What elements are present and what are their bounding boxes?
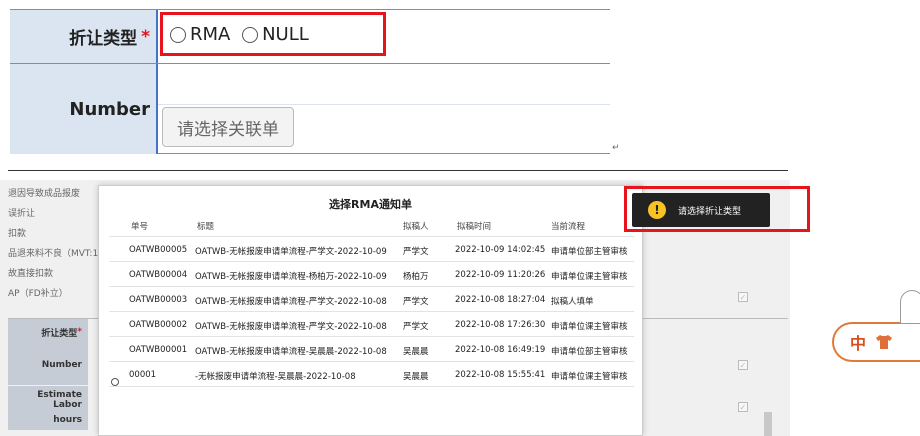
- highlight-box-toast: [624, 186, 810, 232]
- discount-form: 折让类型 * RMA NULL Number 请选择关联单 ↵: [0, 0, 620, 156]
- col-header-time: 拟稿时间: [457, 222, 492, 232]
- discount-type-label: 折让类型: [69, 29, 138, 49]
- checkbox-icon[interactable]: ✓: [738, 360, 748, 370]
- bg-discount-type-label: 折让类型 *: [8, 319, 88, 345]
- mascot-icon: [900, 290, 920, 324]
- modal-title: 选择RMA通知单: [329, 198, 412, 211]
- row-radio[interactable]: [111, 378, 119, 386]
- bg-estimate-labor-label: Estimate Labor: [8, 386, 88, 410]
- select-linked-order-button[interactable]: 请选择关联单: [162, 107, 294, 147]
- bg-item: 扣款: [8, 229, 27, 239]
- table-bottom-border: [158, 153, 610, 154]
- required-mark: *: [141, 26, 150, 47]
- table-row[interactable]: 00001 -无帐报废申请单流程-吴晨晨-2022-10-08 吴晨晨 2022…: [109, 363, 634, 387]
- highlight-box-radio: [160, 12, 386, 56]
- col-header-author: 拟稿人: [403, 222, 429, 232]
- table-row[interactable]: OATWB00005 OATWB-无帐报废申请单流程-严学文-2022-10-0…: [109, 238, 634, 262]
- separator-line: [8, 170, 788, 171]
- bg-item: 误折让: [8, 209, 36, 219]
- number-label: Number: [69, 98, 150, 120]
- bg-item: AP（FD补立）: [8, 289, 68, 299]
- table-row[interactable]: OATWB00003 OATWB-无帐报废申请单流程-严学文-2022-10-0…: [109, 288, 634, 312]
- checkbox-icon[interactable]: ✓: [738, 402, 748, 412]
- select-rma-modal: 选择RMA通知单 单号 标题 拟稿人 拟稿时间 当前流程 OATWB00005 …: [98, 185, 643, 436]
- table-row[interactable]: OATWB00004 OATWB-无帐报废申请单流程-杨柏万-2022-10-0…: [109, 263, 634, 287]
- col-header-title: 标题: [197, 222, 215, 232]
- discount-type-label-cell: 折让类型 *: [10, 10, 158, 63]
- checkbox-icon[interactable]: ✓: [738, 292, 748, 302]
- number-label-cell: Number: [10, 64, 158, 154]
- table-row[interactable]: OATWB00002 OATWB-无帐报废申请单流程-严学文-2022-10-0…: [109, 313, 634, 337]
- bg-item: 故直接扣款: [8, 269, 54, 279]
- bg-item: 退因导致成品报废: [8, 189, 81, 199]
- col-header-flow: 当前流程: [551, 222, 586, 232]
- number-value-cell: 请选择关联单: [158, 64, 610, 154]
- ime-mode-label: 中: [850, 334, 867, 353]
- col-header-no: 单号: [131, 222, 149, 232]
- bg-number-label: Number: [8, 345, 88, 385]
- shirt-icon: [876, 335, 893, 349]
- scrollbar-thumb[interactable]: [764, 412, 772, 436]
- table-row[interactable]: OATWB00001 OATWB-无帐报废申请单流程-吴晨晨-2022-10-0…: [109, 338, 634, 362]
- ime-badge[interactable]: 中: [832, 322, 920, 362]
- return-mark: ↵: [612, 143, 620, 153]
- bg-hours-label: hours: [8, 410, 88, 430]
- bg-item: 品退来料不良（MVT:1: [8, 249, 99, 259]
